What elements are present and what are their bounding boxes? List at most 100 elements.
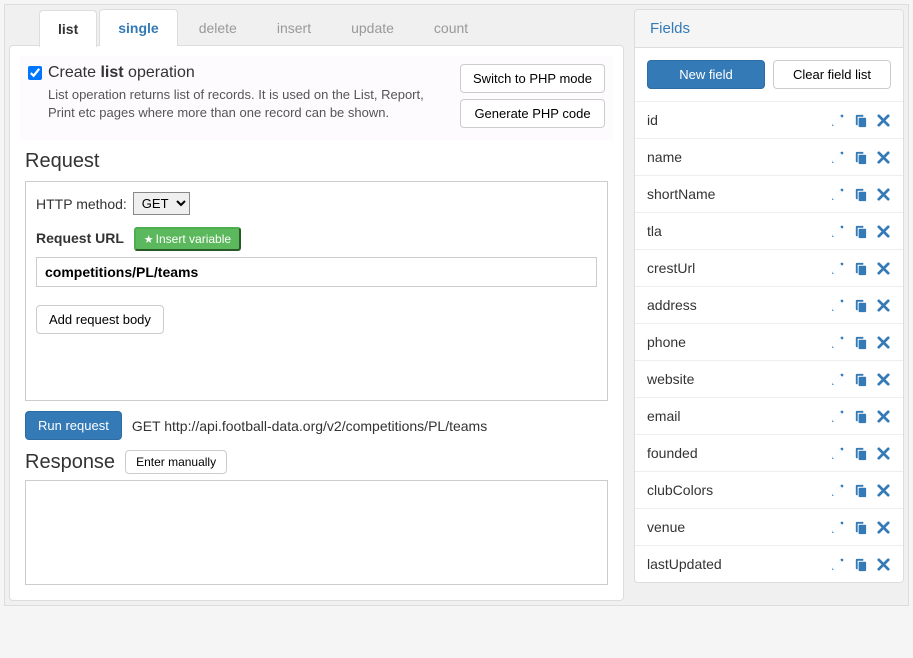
tab-single[interactable]: single [99,9,177,46]
operation-title: Create list operation [28,64,460,82]
op-title-suffix: operation [124,64,195,81]
edit-icon[interactable] [830,557,845,572]
close-icon[interactable] [876,446,891,461]
close-icon[interactable] [876,224,891,239]
copy-icon[interactable] [853,335,868,350]
run-request-url: GET http://api.football-data.org/v2/comp… [132,418,487,434]
field-item: shortName [635,175,903,212]
field-item: name [635,138,903,175]
main-content: Create list operation List operation ret… [9,45,624,601]
field-name: address [647,297,697,313]
field-name: clubColors [647,482,713,498]
edit-icon[interactable] [830,446,845,461]
request-section-title: Request [25,150,608,173]
edit-icon[interactable] [830,335,845,350]
tab-count[interactable]: count [415,9,487,46]
copy-icon[interactable] [853,446,868,461]
edit-icon[interactable] [830,483,845,498]
field-item: venue [635,508,903,545]
edit-icon[interactable] [830,520,845,535]
tab-delete[interactable]: delete [180,9,256,46]
field-item: founded [635,434,903,471]
field-actions [830,446,891,461]
field-name: tla [647,223,662,239]
tab-list[interactable]: list [39,10,97,47]
copy-icon[interactable] [853,150,868,165]
copy-icon[interactable] [853,409,868,424]
copy-icon[interactable] [853,520,868,535]
close-icon[interactable] [876,113,891,128]
close-icon[interactable] [876,335,891,350]
edit-icon[interactable] [830,150,845,165]
close-icon[interactable] [876,372,891,387]
field-name: website [647,371,694,387]
close-icon[interactable] [876,520,891,535]
field-actions [830,409,891,424]
response-section-title: Response [25,451,115,474]
field-actions [830,187,891,202]
edit-icon[interactable] [830,187,845,202]
request-url-label: Request URL [36,230,124,246]
field-actions [830,113,891,128]
copy-icon[interactable] [853,187,868,202]
enter-manually-button[interactable]: Enter manually [125,450,227,474]
field-name: name [647,149,682,165]
op-title-bold: list [100,64,123,81]
copy-icon[interactable] [853,113,868,128]
request-url-input[interactable] [36,257,597,287]
tab-update[interactable]: update [332,9,413,46]
field-item: id [635,101,903,138]
close-icon[interactable] [876,187,891,202]
generate-php-button[interactable]: Generate PHP code [460,99,605,128]
close-icon[interactable] [876,483,891,498]
field-name: lastUpdated [647,556,722,572]
tab-insert[interactable]: insert [258,9,330,46]
field-actions [830,261,891,276]
close-icon[interactable] [876,261,891,276]
field-actions [830,372,891,387]
close-icon[interactable] [876,557,891,572]
edit-icon[interactable] [830,372,845,387]
field-name: founded [647,445,698,461]
copy-icon[interactable] [853,372,868,387]
star-icon: ★ [144,234,154,246]
field-item: tla [635,212,903,249]
copy-icon[interactable] [853,261,868,276]
http-method-select[interactable]: GET [133,192,190,215]
field-item: website [635,360,903,397]
close-icon[interactable] [876,150,891,165]
close-icon[interactable] [876,298,891,313]
field-actions [830,224,891,239]
field-name: email [647,408,680,424]
fields-panel: Fields New field Clear field list id name… [634,9,904,583]
copy-icon[interactable] [853,483,868,498]
field-actions [830,483,891,498]
copy-icon[interactable] [853,224,868,239]
fields-header: Fields [635,10,903,48]
field-name: shortName [647,186,715,202]
field-name: id [647,112,658,128]
field-item: crestUrl [635,249,903,286]
insert-variable-label: Insert variable [156,232,231,246]
edit-icon[interactable] [830,298,845,313]
field-item: lastUpdated [635,545,903,582]
field-actions [830,298,891,313]
new-field-button[interactable]: New field [647,60,765,89]
clear-field-list-button[interactable]: Clear field list [773,60,891,89]
switch-php-button[interactable]: Switch to PHP mode [460,64,605,93]
edit-icon[interactable] [830,113,845,128]
edit-icon[interactable] [830,261,845,276]
response-box [25,480,608,585]
close-icon[interactable] [876,409,891,424]
request-box: HTTP method: GET Request URL ★Insert var… [25,181,608,401]
edit-icon[interactable] [830,409,845,424]
add-request-body-button[interactable]: Add request body [36,305,164,334]
copy-icon[interactable] [853,298,868,313]
edit-icon[interactable] [830,224,845,239]
field-item: phone [635,323,903,360]
copy-icon[interactable] [853,557,868,572]
create-operation-checkbox[interactable] [28,66,42,80]
insert-variable-button[interactable]: ★Insert variable [134,227,241,251]
run-request-button[interactable]: Run request [25,411,122,440]
fields-list: id name shortName tla crestUrl address phone we… [635,101,903,582]
